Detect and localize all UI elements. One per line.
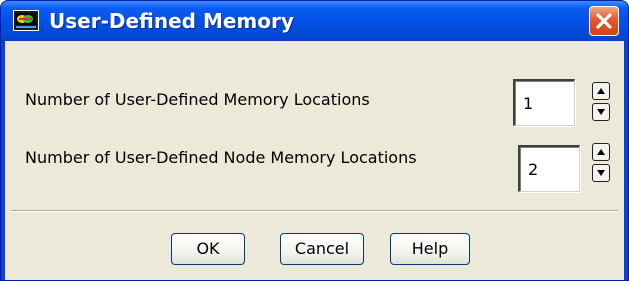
node-memory-locations-increment[interactable] bbox=[592, 143, 610, 161]
arrow-up-icon bbox=[597, 88, 605, 94]
arrow-down-icon bbox=[597, 170, 605, 176]
help-button[interactable]: Help bbox=[390, 233, 470, 265]
ok-button[interactable]: OK bbox=[171, 233, 245, 265]
dialog-body: Number of User-Defined Memory Locations … bbox=[5, 41, 624, 280]
node-memory-locations-label: Number of User-Defined Node Memory Locat… bbox=[25, 148, 417, 167]
memory-locations-increment[interactable] bbox=[592, 82, 610, 100]
node-memory-locations-decrement[interactable] bbox=[592, 164, 610, 182]
node-memory-locations-input[interactable] bbox=[518, 145, 580, 192]
close-icon bbox=[596, 13, 612, 29]
dialog-title: User-Defined Memory bbox=[49, 9, 294, 33]
close-button[interactable] bbox=[589, 6, 619, 36]
memory-locations-decrement[interactable] bbox=[592, 103, 610, 121]
arrow-up-icon bbox=[597, 149, 605, 155]
dialog-window: User-Defined Memory Number of User-Defin… bbox=[0, 0, 629, 281]
arrow-down-icon bbox=[597, 109, 605, 115]
memory-locations-label: Number of User-Defined Memory Locations bbox=[25, 90, 370, 109]
cancel-button[interactable]: Cancel bbox=[280, 233, 364, 265]
app-icon bbox=[13, 10, 39, 31]
memory-locations-input[interactable] bbox=[513, 79, 575, 126]
separator-line bbox=[11, 210, 618, 212]
title-bar[interactable]: User-Defined Memory bbox=[1, 1, 628, 41]
